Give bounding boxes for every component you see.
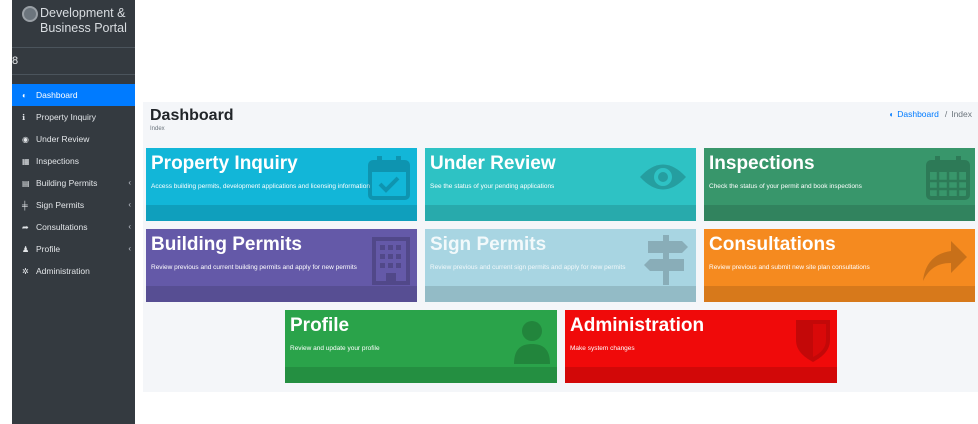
tile-description: Review previous and current sign permits… xyxy=(430,264,626,271)
sidebar-item-label: Inspections xyxy=(36,156,79,166)
eye-icon: ◉ xyxy=(22,134,29,144)
tile-footer[interactable] xyxy=(425,205,696,221)
tile-building-permits[interactable]: Building Permits Review previous and cur… xyxy=(146,229,417,302)
tile-property-inquiry[interactable]: Property Inquiry Access building permits… xyxy=(146,148,417,221)
sidebar-item-label: Building Permits xyxy=(36,178,98,188)
tile-footer[interactable] xyxy=(285,367,557,383)
sidebar-item-label: Consultations xyxy=(36,222,88,232)
brand-logo-icon xyxy=(22,6,38,22)
sidebar-item-label: Sign Permits xyxy=(36,200,85,210)
tile-description: Access building permits, development app… xyxy=(151,183,370,190)
calendar-icon xyxy=(926,156,970,200)
breadcrumb-separator: / xyxy=(944,109,948,119)
sidebar-item-property-inquiry[interactable]: ℹ Property Inquiry xyxy=(12,106,135,128)
chevron-left-icon: ‹ xyxy=(128,200,131,209)
user-icon xyxy=(514,321,550,364)
user-panel-icon: 8 xyxy=(12,55,19,67)
tile-description: Make system changes xyxy=(570,345,635,352)
tile-title: Consultations xyxy=(709,234,836,255)
sidebar-item-label: Administration xyxy=(36,266,90,276)
share-icon xyxy=(923,241,967,281)
tile-under-review[interactable]: Under Review See the status of your pend… xyxy=(425,148,696,221)
sidebar: Development & Business Portal 8 ◐ Dashbo… xyxy=(12,0,135,424)
page-subtitle: Index xyxy=(150,126,165,132)
tile-footer[interactable] xyxy=(425,286,696,302)
sidebar-item-sign-permits[interactable]: ╪ Sign Permits ‹ xyxy=(12,194,135,216)
tile-title: Profile xyxy=(290,315,350,336)
user-icon: ♟ xyxy=(22,244,30,254)
tile-inspections[interactable]: Inspections Check the status of your per… xyxy=(704,148,975,221)
tile-description: See the status of your pending applicati… xyxy=(430,183,555,190)
sidebar-item-under-review[interactable]: ◉ Under Review xyxy=(12,128,135,150)
sidebar-item-profile[interactable]: ♟ Profile ‹ xyxy=(12,238,135,260)
chevron-left-icon: ‹ xyxy=(128,222,131,231)
tile-description: Review and update your profile xyxy=(290,345,380,352)
tile-title: Under Review xyxy=(430,153,556,174)
sidebar-item-label: Dashboard xyxy=(36,90,78,100)
tile-footer[interactable] xyxy=(704,205,975,221)
chevron-left-icon: ‹ xyxy=(128,178,131,187)
app-root: Development & Business Portal 8 ◐ Dashbo… xyxy=(0,0,978,424)
breadcrumb-link-dashboard[interactable]: Dashboard xyxy=(897,109,939,119)
breadcrumb-current: Index xyxy=(951,109,972,119)
user-panel[interactable]: 8 xyxy=(12,49,135,75)
tile-title: Property Inquiry xyxy=(151,153,298,174)
eye-icon xyxy=(640,164,686,190)
info-circle-icon: ℹ xyxy=(22,112,26,122)
tile-footer[interactable] xyxy=(146,286,417,302)
chevron-left-icon: ‹ xyxy=(128,244,131,253)
tile-footer[interactable] xyxy=(146,205,417,221)
tile-title: Building Permits xyxy=(151,234,302,255)
tile-sign-permits[interactable]: Sign Permits Review previous and current… xyxy=(425,229,696,302)
sidebar-item-consultations[interactable]: ➦ Consultations ‹ xyxy=(12,216,135,238)
tile-title: Sign Permits xyxy=(430,234,547,255)
sidebar-item-administration[interactable]: ✲ Administration xyxy=(12,260,135,282)
building-icon: ▤ xyxy=(22,178,30,188)
tile-description: Review previous and submit new site plan… xyxy=(709,264,870,271)
tile-title: Inspections xyxy=(709,153,815,174)
breadcrumb: ◐ Dashboard / Index xyxy=(889,109,972,119)
sidebar-item-building-permits[interactable]: ▤ Building Permits ‹ xyxy=(12,172,135,194)
tile-title: Administration xyxy=(570,315,705,336)
sidebar-item-inspections[interactable]: ▦ Inspections xyxy=(12,150,135,172)
tile-footer[interactable] xyxy=(704,286,975,302)
sidebar-item-label: Property Inquiry xyxy=(36,112,96,122)
calendar-icon: ▦ xyxy=(22,156,30,166)
tile-profile[interactable]: Profile Review and update your profile xyxy=(285,310,557,383)
building-icon xyxy=(372,237,410,285)
signpost-icon: ╪ xyxy=(22,200,28,210)
calendar-icon xyxy=(368,156,410,200)
sidebar-item-label: Under Review xyxy=(36,134,90,144)
signpost-icon xyxy=(644,235,688,285)
cog-icon: ✲ xyxy=(22,266,29,276)
tile-administration[interactable]: Administration Make system changes xyxy=(565,310,837,383)
sidebar-nav: ◐ Dashboard ℹ Property Inquiry ◉ Under R… xyxy=(12,84,135,282)
tile-footer[interactable] xyxy=(565,367,837,383)
sidebar-item-label: Profile xyxy=(36,244,61,254)
brand[interactable]: Development & Business Portal xyxy=(12,0,135,48)
tachometer-icon: ◐ xyxy=(22,90,27,100)
sidebar-item-dashboard[interactable]: ◐ Dashboard xyxy=(12,84,135,106)
main-content: Dashboard Index ◐ Dashboard / Index Prop… xyxy=(143,102,978,392)
tachometer-icon: ◐ xyxy=(889,109,895,119)
tile-consultations[interactable]: Consultations Review previous and submit… xyxy=(704,229,975,302)
tile-description: Check the status of your permit and book… xyxy=(709,183,862,190)
shield-icon xyxy=(796,320,830,362)
share-icon: ➦ xyxy=(22,222,29,232)
brand-text: Development & Business Portal xyxy=(40,6,127,35)
page-title: Dashboard xyxy=(150,107,234,124)
tile-description: Review previous and current building per… xyxy=(151,264,357,271)
